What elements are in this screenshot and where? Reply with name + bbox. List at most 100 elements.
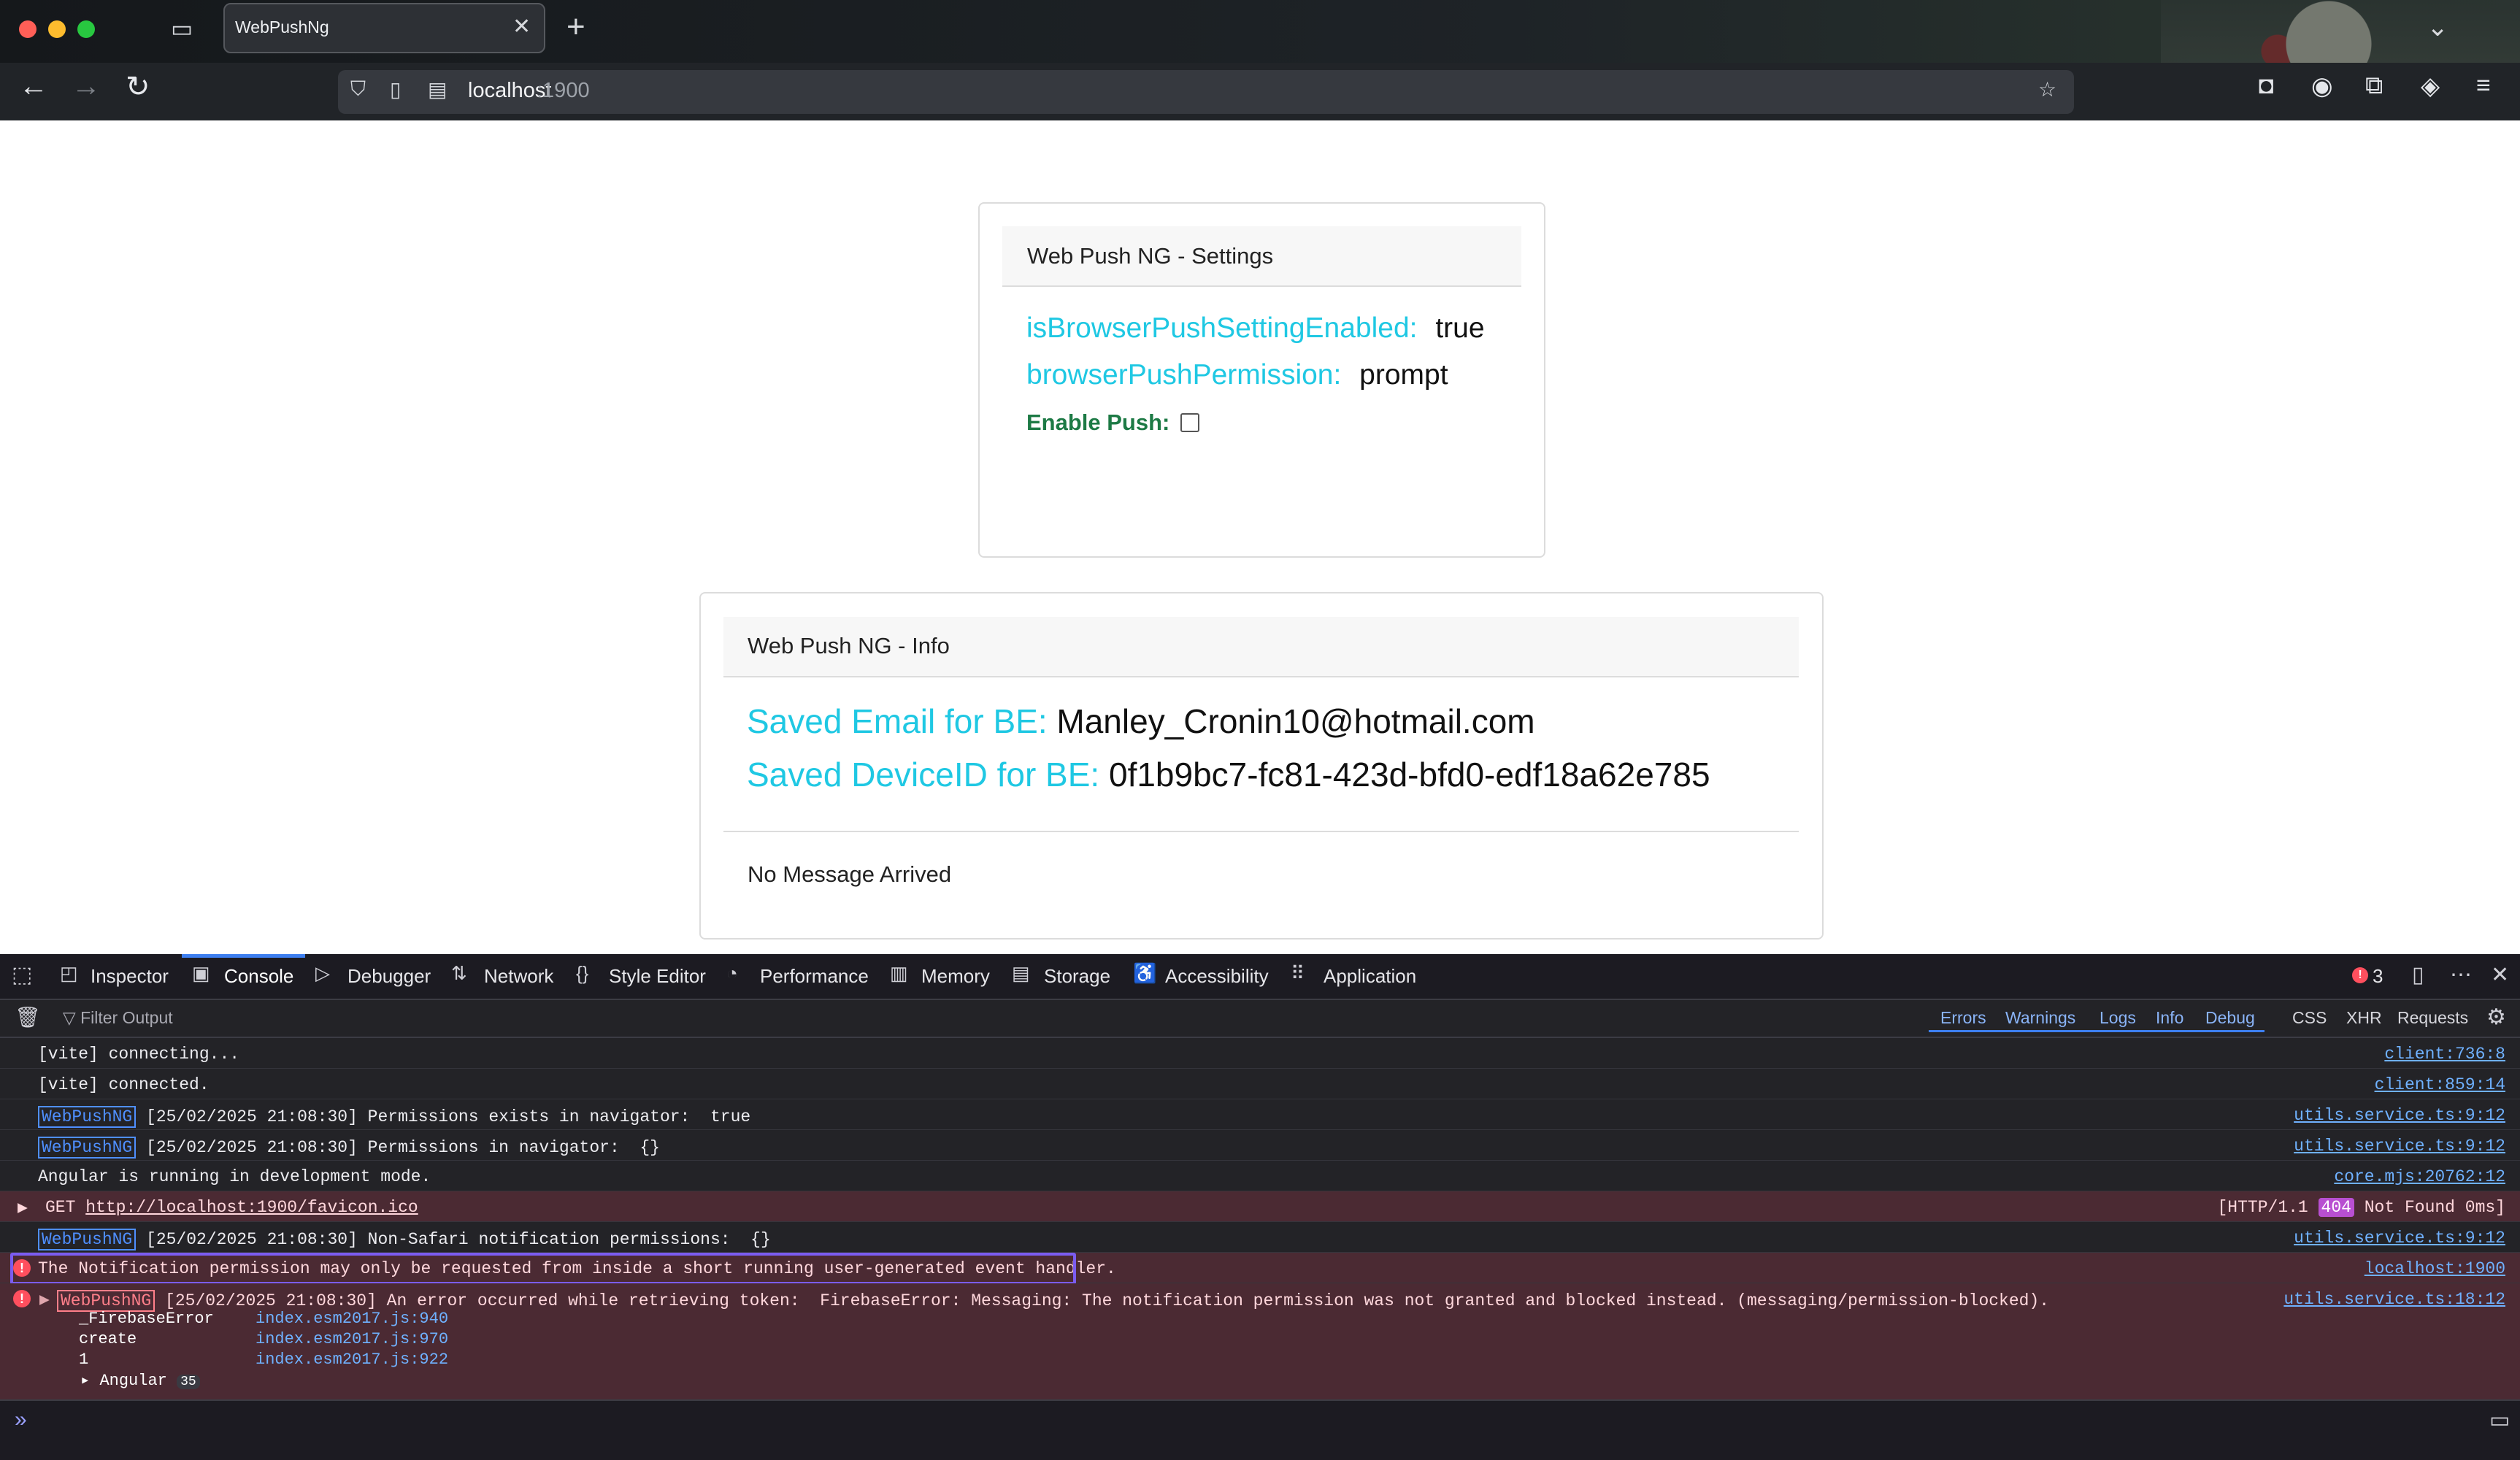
new-tab-button[interactable]: +	[566, 9, 585, 45]
extensions-icon[interactable]: ⧉	[2365, 72, 2383, 100]
filter-warnings[interactable]: Warnings	[2005, 1008, 2075, 1028]
setting-row-push-permission: browserPushPermission: prompt	[1026, 359, 1448, 391]
log-source-link[interactable]: client:736:8	[2384, 1045, 2505, 1064]
console-row: WebPushNG [25/02/2025 21:08:30] Permissi…	[0, 1130, 2520, 1161]
prompt-chevron-icon: »	[15, 1407, 27, 1432]
back-arrow-icon[interactable]: ←	[19, 70, 48, 103]
active-tab-indicator	[182, 954, 305, 958]
filter-output-input[interactable]: ▽ Filter Output	[63, 1008, 173, 1028]
pocket-icon[interactable]: ◘	[2259, 72, 2274, 100]
log-tag: WebPushNG	[38, 1229, 137, 1250]
stack-frame-loc[interactable]: index.esm2017.js:922	[256, 1350, 448, 1369]
trash-icon[interactable]: 🗑	[15, 1005, 41, 1029]
log-message: Angular is running in development mode.	[38, 1167, 431, 1186]
settings-card-title: Web Push NG - Settings	[1027, 243, 1274, 269]
error-count-icon[interactable]: !	[2352, 967, 2368, 983]
tab-console[interactable]: Console	[224, 965, 293, 988]
log-message: [25/02/2025 21:08:30] An error occurred …	[155, 1291, 2050, 1310]
page-icon[interactable]: ▯	[390, 77, 401, 101]
console-row: WebPushNG [25/02/2025 21:08:30] Permissi…	[0, 1099, 2520, 1130]
console-row: [vite] connected. client:859:14	[0, 1069, 2520, 1099]
tab-style-editor[interactable]: Style Editor	[609, 965, 706, 988]
tab-application[interactable]: Application	[1324, 965, 1416, 988]
tab-accessibility[interactable]: Accessibility	[1165, 965, 1269, 988]
enable-push-label: Enable Push:	[1026, 410, 1170, 435]
console-network-error-row[interactable]: ▶ GET http://localhost:1900/favicon.ico …	[0, 1191, 2520, 1222]
expand-triangle-icon[interactable]: ▶	[39, 1290, 50, 1310]
tab-network[interactable]: Network	[484, 965, 553, 988]
setting-row-push-enabled: isBrowserPushSettingEnabled: true	[1026, 312, 1485, 345]
log-source-link[interactable]: utils.service.ts:9:12	[2294, 1106, 2505, 1125]
shield-icon[interactable]: ⛉	[350, 77, 366, 101]
log-source-link[interactable]: core.mjs:20762:12	[2334, 1167, 2505, 1186]
dock-icon[interactable]: ▯	[2412, 962, 2424, 988]
error-count[interactable]: 3	[2373, 965, 2383, 988]
tab-overview-icon[interactable]: ▭	[171, 15, 193, 42]
console-input[interactable]	[0, 1399, 2520, 1460]
log-source-link[interactable]: utils.service.ts:9:12	[2294, 1229, 2505, 1248]
setting-value: prompt	[1359, 359, 1448, 391]
tab-title: WebPushNg	[235, 18, 329, 36]
filter-logs[interactable]: Logs	[2100, 1008, 2136, 1028]
info-card-title: Web Push NG - Info	[748, 633, 950, 658]
status-code-badge: 404	[2318, 1198, 2354, 1217]
bookmark-star-icon[interactable]: ☆	[2038, 77, 2056, 101]
url-bar[interactable]	[338, 70, 2074, 114]
maximize-window-button[interactable]	[77, 20, 95, 38]
url-port: :1900	[537, 79, 590, 102]
log-source-link[interactable]: client:859:14	[2375, 1075, 2505, 1094]
tab-performance[interactable]: Performance	[760, 965, 869, 988]
log-source-link[interactable]: utils.service.ts:18:12	[2283, 1290, 2505, 1309]
log-tag: WebPushNG	[38, 1137, 137, 1159]
stack-frame-loc[interactable]: index.esm2017.js:970	[256, 1330, 448, 1348]
stack-frame-loc[interactable]: index.esm2017.js:940	[256, 1310, 448, 1328]
log-tag: WebPushNG	[38, 1106, 137, 1128]
filter-requests[interactable]: Requests	[2397, 1008, 2468, 1028]
log-tag: WebPushNG	[57, 1290, 155, 1312]
stack-frame-fn: create	[79, 1330, 137, 1348]
log-source-link[interactable]: utils.service.ts:9:12	[2294, 1137, 2505, 1156]
log-source-link[interactable]: localhost:1900	[2365, 1259, 2505, 1278]
filter-css[interactable]: CSS	[2292, 1008, 2327, 1028]
reload-icon[interactable]: ↻	[126, 70, 150, 104]
saved-email-label: Saved Email for BE:	[747, 702, 1048, 740]
inspector-icon: ◰	[60, 962, 78, 984]
expand-triangle-icon[interactable]: ▶	[18, 1198, 28, 1218]
minimize-window-button[interactable]	[48, 20, 66, 38]
stack-frame-fn: _FirebaseError	[79, 1310, 214, 1328]
enable-push-checkbox[interactable]	[1180, 413, 1199, 432]
filter-errors[interactable]: Errors	[1940, 1008, 1986, 1028]
console-row: [vite] connecting... client:736:8	[0, 1038, 2520, 1069]
filter-debug[interactable]: Debug	[2205, 1008, 2255, 1028]
forward-arrow-icon[interactable]: →	[72, 70, 101, 103]
account-icon[interactable]: ◉	[2311, 72, 2333, 101]
tab-inspector[interactable]: Inspector	[91, 965, 169, 988]
editor-mode-icon[interactable]: ▭	[2489, 1407, 2510, 1433]
request-url[interactable]: http://localhost:1900/favicon.ico	[85, 1198, 418, 1217]
highlight-box	[10, 1253, 1076, 1285]
element-picker-icon[interactable]: ⬚	[12, 962, 32, 988]
log-message: [vite] connected.	[38, 1075, 210, 1094]
permissions-icon[interactable]: ▤	[428, 77, 447, 101]
console-row: WebPushNG [25/02/2025 21:08:30] Non-Safa…	[0, 1222, 2520, 1253]
saved-device-row: Saved DeviceID for BE: 0f1b9bc7-fc81-423…	[747, 755, 1710, 794]
tab-memory[interactable]: Memory	[921, 965, 990, 988]
close-window-button[interactable]	[19, 20, 37, 38]
saved-email-value: Manley_Cronin10@hotmail.com	[1056, 702, 1535, 740]
tab-debugger[interactable]: Debugger	[347, 965, 431, 988]
info-divider	[723, 831, 1799, 832]
stack-group[interactable]: ▸ Angular 35	[80, 1371, 200, 1390]
menu-icon[interactable]: ≡	[2476, 72, 2491, 100]
status-prefix: [HTTP/1.1	[2217, 1198, 2319, 1217]
settings-gear-icon[interactable]: ⚙	[2486, 1004, 2506, 1030]
extension-icon[interactable]: ◈	[2421, 72, 2440, 101]
close-devtools-icon[interactable]: ✕	[2491, 962, 2509, 988]
filter-xhr[interactable]: XHR	[2346, 1008, 2382, 1028]
stack-group-label: Angular	[99, 1372, 167, 1390]
message-status: No Message Arrived	[748, 861, 952, 887]
tab-storage[interactable]: Storage	[1044, 965, 1110, 988]
close-tab-icon[interactable]: ✕	[512, 14, 531, 39]
more-options-icon[interactable]: ⋯	[2450, 962, 2472, 988]
filter-info[interactable]: Info	[2156, 1008, 2183, 1028]
chevron-down-icon[interactable]: ⌄	[2427, 12, 2448, 42]
